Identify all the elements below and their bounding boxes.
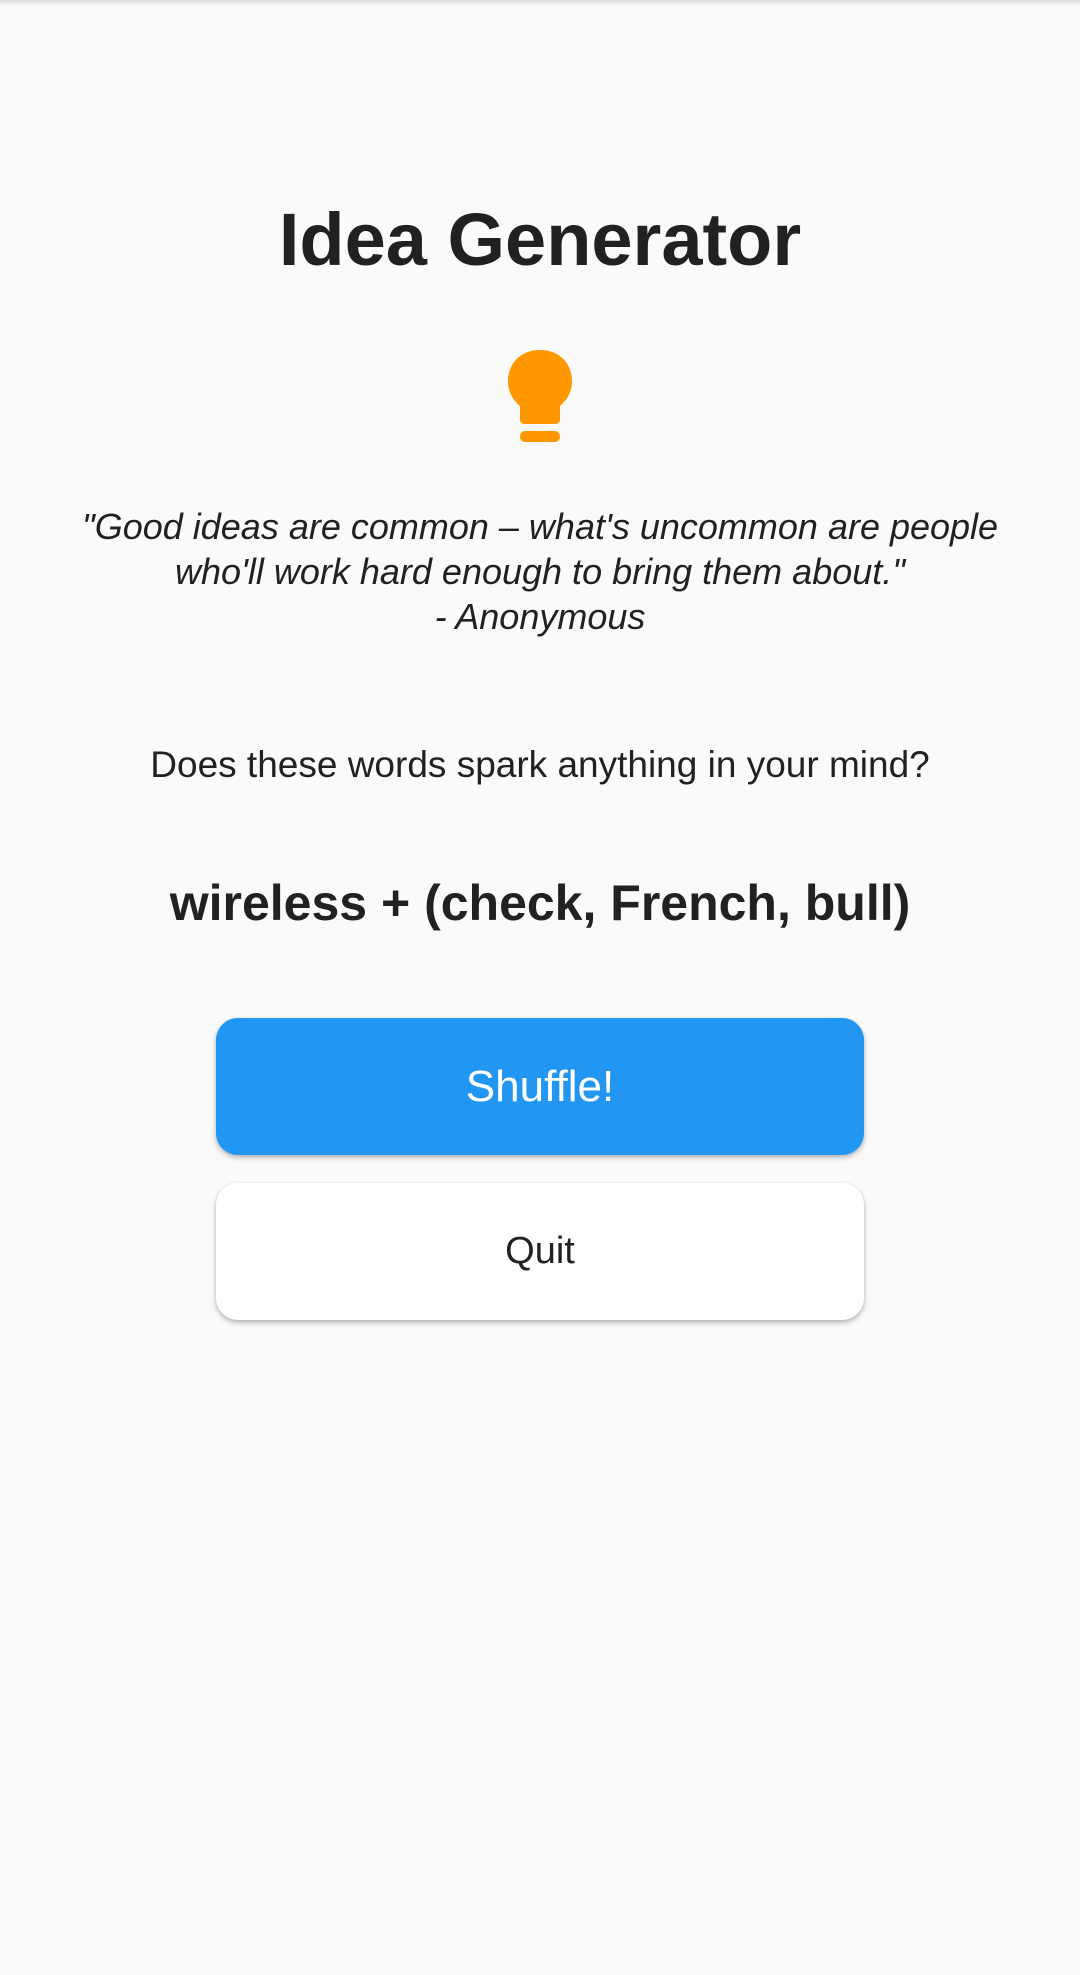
quote-line-1: "Good ideas are common – what's uncommon… [81,506,999,547]
quote-author: - Anonymous [434,596,646,637]
shuffle-button-label: Shuffle! [465,1061,615,1111]
status-bar-shadow [0,0,1080,6]
prompt-text: Does these words spark anything in your … [150,744,930,785]
page-title: Idea Generator [278,198,802,281]
shuffle-button[interactable]: Shuffle! [216,1018,864,1155]
word-combination: wireless + (check, French, bull) [169,875,911,931]
quit-button-label: Quit [505,1230,575,1272]
lightbulb-icon [508,350,572,442]
quote-line-2: who'll work hard enough to bring them ab… [174,551,906,592]
quit-button[interactable]: Quit [216,1183,864,1320]
quote-block: "Good ideas are common – what's uncommon… [40,504,1040,639]
